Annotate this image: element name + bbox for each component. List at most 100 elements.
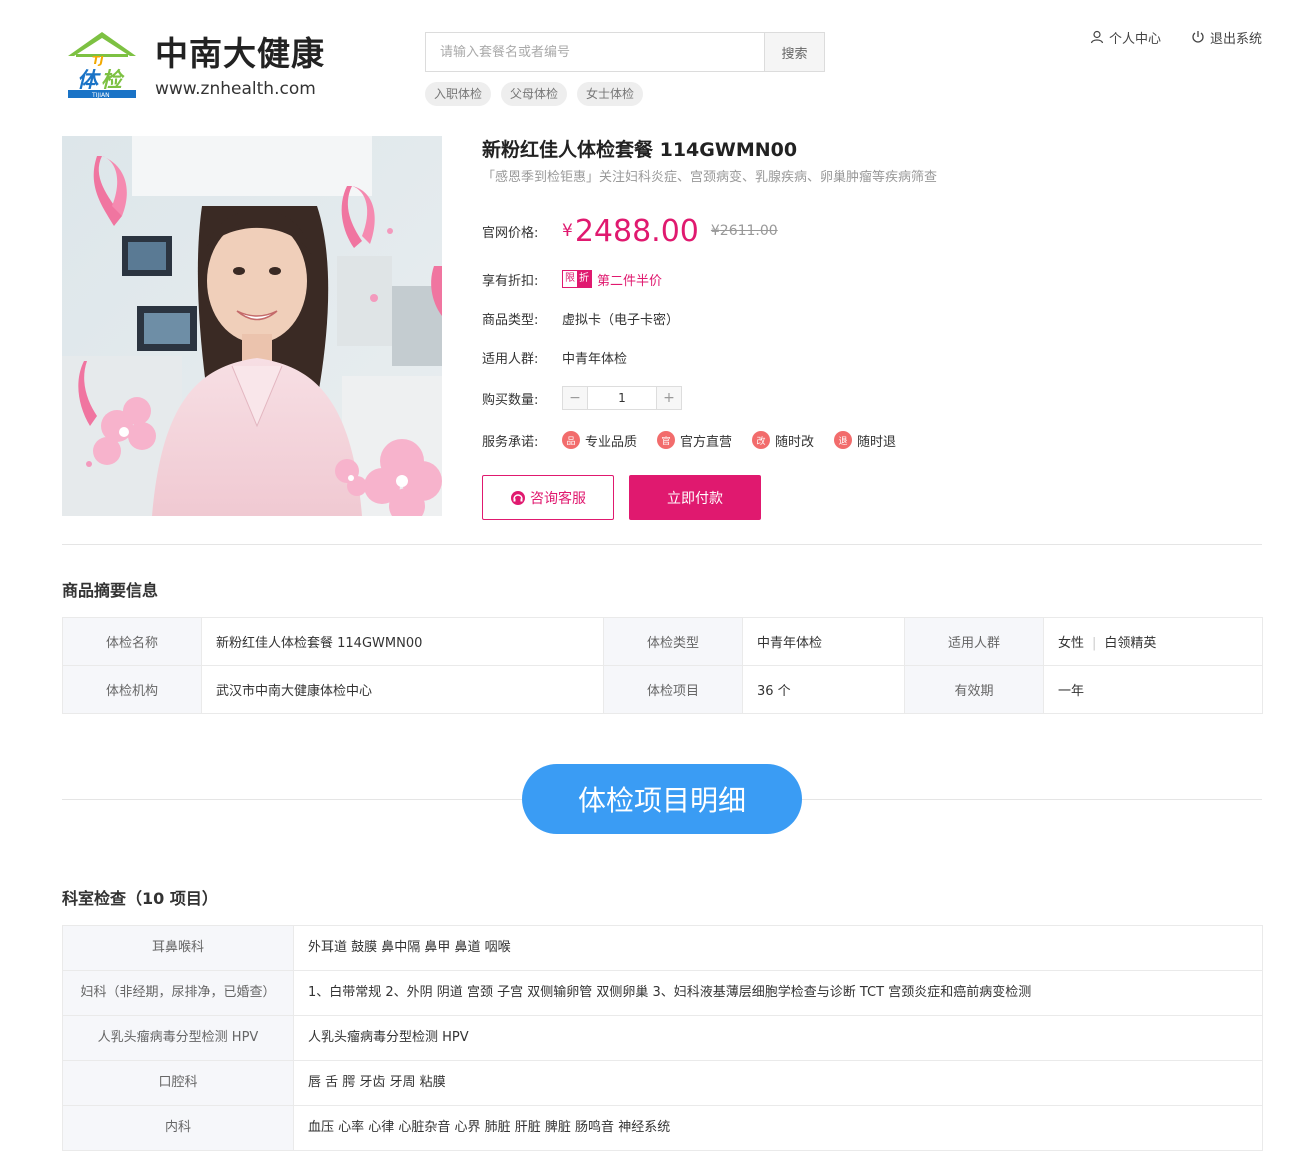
summary-name-label: 体检名称 <box>62 617 202 666</box>
discount-label: 享有折扣: <box>482 273 539 289</box>
price-row: 官网价格: ¥ 2488.00 ¥2611.00 <box>482 213 778 249</box>
dept-name: 耳鼻喉科 <box>62 925 294 971</box>
consult-button[interactable]: 咨询客服 <box>482 475 614 520</box>
table-row: 妇科（非经期，尿排净，已婚查） 1、白带常规 2、外阴 阴道 宫颈 子宫 双侧输… <box>62 970 1263 1016</box>
search-input[interactable] <box>425 32 764 72</box>
promise-quality-label: 专业品质 <box>585 434 638 450</box>
dept-name: 口腔科 <box>62 1060 294 1106</box>
price-currency: ¥ <box>562 221 573 241</box>
type-value: 虚拟卡（电子卡密） <box>562 312 680 328</box>
tag-onboarding[interactable]: 入职体检 <box>425 82 492 106</box>
summary-type-label: 体检类型 <box>603 617 743 666</box>
dept-name: 妇科（非经期，尿排净，已婚查） <box>62 970 294 1016</box>
tag-women[interactable]: 女士体检 <box>577 82 644 106</box>
promise-change-label: 随时改 <box>775 434 815 450</box>
dept-content: 1、白带常规 2、外阴 阴道 宫颈 子宫 双侧输卵管 双侧卵巢 3、妇科液基薄层… <box>293 970 1263 1016</box>
brand-name: 中南大健康 <box>155 34 325 73</box>
summary-crowd-value: 女性 | 白领精英 <box>1043 617 1263 666</box>
type-row: 商品类型: 虚拟卡（电子卡密） <box>482 308 679 328</box>
crowd-row: 适用人群: 中青年体检 <box>482 347 627 367</box>
product-subtitle: 「感恩季到检钜惠」关注妇科炎症、宫颈病变、乳腺疾病、卵巢肿瘤等疾病筛查 <box>482 170 938 185</box>
discount-badge-right: 折 <box>577 271 591 287</box>
promise-official: 官官方直营 <box>657 431 732 450</box>
brand-logo[interactable]: TJ 体 检 TIJIAN <box>66 30 138 100</box>
dept-content: 血压 心率 心律 心脏杂音 心界 肺脏 肝脏 脾脏 肠鸣音 神经系统 <box>293 1105 1263 1151</box>
table-row: 体检名称 新粉红佳人体检套餐 114GWMN00 体检类型 中青年体检 适用人群… <box>62 617 1263 666</box>
crowd-separator: | <box>1092 636 1097 651</box>
summary-items-label: 体检项目 <box>603 665 743 714</box>
quantity-label: 购买数量: <box>482 392 539 408</box>
dept-content: 唇 舌 腭 牙齿 牙周 粘膜 <box>293 1060 1263 1106</box>
department-section-title: 科室检查（10 项目） <box>62 889 218 908</box>
profile-link-label: 个人中心 <box>1108 31 1161 47</box>
quantity-plus-button[interactable]: + <box>657 387 681 409</box>
logout-link-label: 退出系统 <box>1209 31 1262 47</box>
product-info: 新粉红佳人体检套餐 114GWMN00 「感恩季到检钜惠」关注妇科炎症、宫颈病变… <box>482 136 1262 520</box>
crowd-tag: 女性 <box>1058 636 1085 651</box>
price-label: 官网价格: <box>482 225 539 241</box>
divider <box>62 544 1262 545</box>
crowd-label: 适用人群: <box>482 351 539 367</box>
header: TJ 体 检 TIJIAN 中南大健康 www.znhealth.com 搜索 … <box>0 0 1304 120</box>
promise-row: 服务承诺: 品专业品质 官官方直营 改随时改 退随时退 <box>482 430 916 450</box>
dept-content: 人乳头瘤病毒分型检测 HPV <box>293 1015 1263 1061</box>
summary-crowd-label: 适用人群 <box>904 617 1044 666</box>
summary-org-value: 武汉市中南大健康体检中心 <box>201 665 604 714</box>
crowd-tag: 白领精英 <box>1104 636 1157 651</box>
table-row: 口腔科 唇 舌 腭 牙齿 牙周 粘膜 <box>62 1060 1263 1106</box>
brand: 中南大健康 www.znhealth.com <box>155 34 325 100</box>
summary-org-label: 体检机构 <box>62 665 202 714</box>
department-table: 耳鼻喉科 外耳道 鼓膜 鼻中隔 鼻甲 鼻道 咽喉 妇科（非经期，尿排净，已婚查）… <box>62 925 1263 1151</box>
dept-name: 人乳头瘤病毒分型检测 HPV <box>62 1015 294 1061</box>
svg-text:TIJIAN: TIJIAN <box>91 92 110 99</box>
summary-valid-value: 一年 <box>1043 665 1263 714</box>
user-icon <box>1090 30 1104 44</box>
promise-refund-label: 随时退 <box>857 434 897 450</box>
summary-title: 商品摘要信息 <box>62 581 159 600</box>
quantity-input[interactable] <box>587 387 657 409</box>
discount-badge-left: 限 <box>565 273 575 284</box>
quantity-stepper: − + <box>562 386 682 410</box>
summary-name-value: 新粉红佳人体检套餐 114GWMN00 <box>201 617 604 666</box>
svg-text:TJ: TJ <box>92 54 104 67</box>
tag-parents[interactable]: 父母体检 <box>501 82 568 106</box>
table-row: 人乳头瘤病毒分型检测 HPV 人乳头瘤病毒分型检测 HPV <box>62 1015 1263 1061</box>
headset-icon <box>511 490 525 505</box>
table-row: 耳鼻喉科 外耳道 鼓膜 鼻中隔 鼻甲 鼻道 咽喉 <box>62 925 1263 971</box>
current-price: 2488.00 <box>574 213 699 249</box>
profile-link[interactable]: 个人中心 <box>1090 28 1161 47</box>
product-image <box>62 136 442 516</box>
edit-icon: 改 <box>752 431 771 449</box>
discount-badge: 限 折 <box>562 270 592 288</box>
quantity-minus-button[interactable]: − <box>563 387 587 409</box>
brand-url: www.znhealth.com <box>155 79 316 99</box>
quantity-row: 购买数量: − + <box>482 386 682 410</box>
consult-button-label: 咨询客服 <box>530 490 586 507</box>
svg-text:检: 检 <box>101 68 125 92</box>
crowd-value: 中青年体检 <box>562 351 628 367</box>
pay-now-button[interactable]: 立即付款 <box>629 475 761 520</box>
product-photo <box>62 136 442 516</box>
summary-valid-label: 有效期 <box>904 665 1044 714</box>
top-links: 个人中心 退出系统 <box>1090 28 1262 47</box>
promise-change: 改随时改 <box>752 431 814 450</box>
dept-content: 外耳道 鼓膜 鼻中隔 鼻甲 鼻道 咽喉 <box>293 925 1263 971</box>
table-row: 体检机构 武汉市中南大健康体检中心 体检项目 36 个 有效期 一年 <box>62 665 1263 714</box>
type-label: 商品类型: <box>482 312 539 328</box>
product-title: 新粉红佳人体检套餐 114GWMN00 <box>482 139 798 161</box>
summary-items-value: 36 个 <box>742 665 905 714</box>
diamond-icon: 品 <box>562 431 580 449</box>
detail-banner: 体检项目明细 <box>522 764 802 834</box>
promise-label: 服务承诺: <box>482 434 539 450</box>
svg-text:体: 体 <box>77 68 101 92</box>
promise-refund: 退随时退 <box>834 431 896 450</box>
promise-official-label: 官方直营 <box>680 434 733 450</box>
discount-row: 享有折扣: 限 折 第二件半价 <box>482 269 662 289</box>
logout-link[interactable]: 退出系统 <box>1191 28 1262 47</box>
promise-quality: 品专业品质 <box>562 431 637 450</box>
summary-table: 体检名称 新粉红佳人体检套餐 114GWMN00 体检类型 中青年体检 适用人群… <box>62 617 1263 714</box>
table-row: 内科 血压 心率 心律 心脏杂音 心界 肺脏 肝脏 脾脏 肠鸣音 神经系统 <box>62 1105 1263 1151</box>
search-bar: 搜索 <box>425 32 825 72</box>
crown-icon: 官 <box>657 431 676 449</box>
search-button[interactable]: 搜索 <box>764 32 825 72</box>
